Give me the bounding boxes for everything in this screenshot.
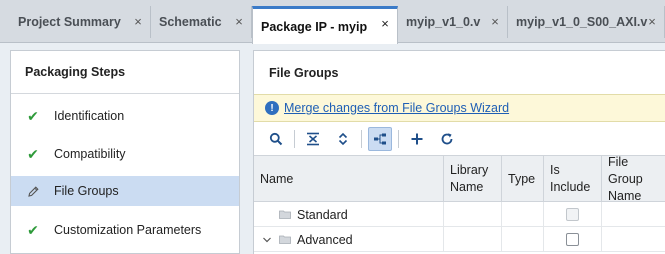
tab-myip-s00-axi[interactable]: myip_v1_0_S00_AXI.v × bbox=[508, 6, 665, 38]
info-banner: ! Merge changes from File Groups Wizard bbox=[254, 94, 665, 122]
is-include-cell bbox=[544, 202, 602, 227]
step-customization-parameters[interactable]: ✔ Customization Parameters bbox=[11, 215, 239, 245]
file-group-name-cell bbox=[602, 202, 665, 227]
add-button[interactable] bbox=[405, 127, 429, 151]
column-header-file-group-name[interactable]: File Group Name bbox=[602, 155, 665, 203]
row-label: Advanced bbox=[297, 232, 353, 247]
toolbar-separator bbox=[398, 130, 399, 148]
close-icon[interactable]: × bbox=[233, 15, 245, 28]
name-cell: Standard bbox=[254, 202, 444, 227]
collapse-all-button[interactable] bbox=[301, 127, 325, 151]
editor-tab-bar: Project Summary × Schematic × Package IP… bbox=[0, 0, 665, 44]
step-label: Compatibility bbox=[54, 147, 126, 161]
is-include-cell bbox=[544, 227, 602, 252]
tab-label: myip_v1_0_S00_AXI.v bbox=[516, 15, 648, 29]
search-icon bbox=[269, 132, 283, 146]
type-cell bbox=[502, 202, 544, 227]
file-groups-table: Name Library Name Type Is Include File G… bbox=[254, 155, 665, 254]
column-header-type[interactable]: Type bbox=[502, 156, 544, 202]
toolbar-separator bbox=[294, 130, 295, 148]
file-groups-title: File Groups bbox=[269, 65, 339, 80]
file-groups-panel: File Groups ! Merge changes from File Gr… bbox=[253, 50, 665, 254]
packaging-steps-panel: Packaging Steps ✔ Identification ✔ Compa… bbox=[10, 50, 240, 254]
check-icon: ✔ bbox=[27, 107, 39, 124]
folder-icon bbox=[279, 210, 291, 219]
library-name-cell bbox=[444, 202, 502, 227]
edit-pencil-icon bbox=[26, 184, 40, 198]
folder-icon bbox=[279, 235, 291, 244]
add-icon bbox=[411, 133, 423, 145]
toolbar-separator bbox=[361, 130, 362, 148]
check-icon: ✔ bbox=[27, 221, 39, 238]
packaging-steps-title: Packaging Steps bbox=[11, 51, 239, 94]
expand-all-icon bbox=[338, 132, 348, 146]
tab-label: myip_v1_0.v bbox=[406, 15, 481, 29]
column-header-library-name[interactable]: Library Name bbox=[444, 156, 502, 202]
table-row-standard[interactable]: Standard bbox=[254, 202, 665, 227]
collapse-all-icon bbox=[307, 132, 319, 146]
library-name-cell bbox=[444, 227, 502, 252]
tab-label: Project Summary bbox=[18, 15, 121, 29]
close-icon[interactable]: × bbox=[379, 17, 391, 30]
tab-package-ip[interactable]: Package IP - myip × bbox=[252, 6, 398, 44]
refresh-button[interactable] bbox=[435, 127, 459, 151]
tab-label: Package IP - myip bbox=[261, 19, 368, 34]
step-label: File Groups bbox=[54, 184, 119, 198]
table-row-advanced[interactable]: Advanced bbox=[254, 227, 665, 252]
column-header-is-include[interactable]: Is Include bbox=[544, 156, 602, 202]
table-header: Name Library Name Type Is Include File G… bbox=[254, 155, 665, 203]
step-file-groups[interactable]: File Groups bbox=[11, 176, 239, 206]
hierarchy-toggle-button[interactable] bbox=[368, 127, 392, 151]
file-group-name-cell bbox=[602, 227, 665, 252]
tab-myip-v1-0[interactable]: myip_v1_0.v × bbox=[398, 6, 508, 38]
merge-changes-link[interactable]: Merge changes from File Groups Wizard bbox=[284, 101, 509, 115]
close-icon[interactable]: × bbox=[489, 15, 501, 28]
row-label: Standard bbox=[297, 207, 348, 222]
file-groups-toolbar bbox=[254, 123, 665, 155]
step-compatibility[interactable]: ✔ Compatibility bbox=[11, 139, 239, 169]
refresh-icon bbox=[441, 133, 453, 145]
is-include-checkbox[interactable] bbox=[566, 233, 579, 246]
info-icon: ! bbox=[265, 101, 279, 115]
is-include-checkbox bbox=[566, 208, 579, 221]
expand-all-button[interactable] bbox=[331, 127, 355, 151]
chevron-down-icon[interactable] bbox=[262, 235, 272, 245]
close-icon[interactable]: × bbox=[132, 15, 144, 28]
column-header-name[interactable]: Name bbox=[254, 156, 444, 202]
tab-label: Schematic bbox=[159, 15, 222, 29]
type-cell bbox=[502, 227, 544, 252]
close-icon[interactable]: × bbox=[646, 15, 658, 28]
step-label: Customization Parameters bbox=[54, 223, 202, 237]
hierarchy-icon bbox=[374, 133, 386, 145]
step-identification[interactable]: ✔ Identification bbox=[11, 101, 239, 131]
name-cell: Advanced bbox=[254, 227, 444, 252]
search-button[interactable] bbox=[264, 127, 288, 151]
tab-schematic[interactable]: Schematic × bbox=[151, 6, 252, 38]
tab-project-summary[interactable]: Project Summary × bbox=[10, 6, 151, 38]
step-label: Identification bbox=[54, 109, 125, 123]
check-icon: ✔ bbox=[27, 145, 39, 162]
